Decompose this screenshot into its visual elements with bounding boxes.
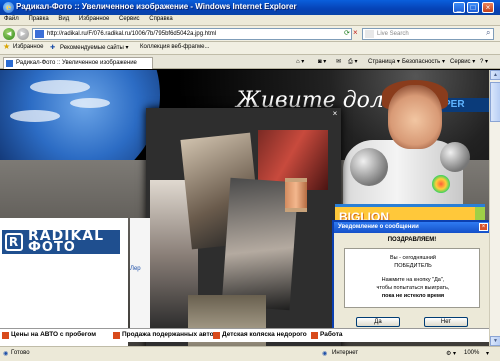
yes-button[interactable]: Да bbox=[356, 317, 400, 327]
notification-body: ПОЗДРАВЛЯЕМ! Вы - сегодняшний ПОБЕДИТЕЛЬ… bbox=[334, 233, 489, 336]
zoom-level[interactable]: 100% bbox=[464, 350, 479, 356]
status-text: Готово bbox=[11, 350, 30, 356]
side-link[interactable]: Лер bbox=[130, 266, 141, 272]
ticker-item[interactable]: Работа bbox=[320, 331, 343, 338]
side-strip bbox=[130, 218, 150, 338]
title-bar: e Радикал-Фото :: Увеличенное изображени… bbox=[0, 0, 500, 15]
suit-ring bbox=[440, 142, 470, 172]
tools-menu[interactable]: Сервис ▾ bbox=[450, 58, 475, 65]
web-slice-gallery[interactable]: Коллекция веб-фрагме... bbox=[140, 44, 209, 50]
favorites-button[interactable]: Избранное bbox=[13, 44, 43, 50]
menu-tools[interactable]: Сервис bbox=[115, 15, 144, 23]
message-line: пока не истекло время bbox=[381, 293, 445, 299]
window-title: Радикал-Фото :: Увеличенное изображение … bbox=[16, 2, 297, 11]
notification-close-icon[interactable]: × bbox=[479, 223, 488, 231]
ad-icon bbox=[311, 332, 318, 339]
star-icon[interactable]: ★ bbox=[3, 42, 10, 51]
page-menu[interactable]: Страница ▾ bbox=[368, 58, 400, 65]
earth-cloud bbox=[70, 98, 110, 108]
zoom-dropdown-icon[interactable]: ▾ bbox=[486, 350, 489, 357]
suit-ring bbox=[350, 148, 388, 186]
search-provider-icon bbox=[365, 30, 374, 38]
thread-spool bbox=[285, 178, 307, 212]
message-line: чтобы попытаться выиграть, bbox=[376, 285, 450, 291]
home-icon[interactable]: ⌂ ▾ bbox=[296, 58, 304, 65]
tab-favicon bbox=[6, 60, 13, 67]
tab-active[interactable]: Радикал-Фото :: Увеличенное изображение bbox=[3, 57, 153, 69]
minimize-button[interactable]: _ bbox=[453, 2, 465, 13]
tab-label: Радикал-Фото :: Увеличенное изображение bbox=[16, 60, 137, 66]
scroll-up-button[interactable]: ▲ bbox=[490, 70, 500, 80]
scroll-thumb[interactable] bbox=[490, 82, 500, 122]
favorites-add-icon[interactable]: ✚ bbox=[50, 44, 55, 51]
ticker-item[interactable]: Продажа подержанных авто bbox=[122, 331, 214, 338]
security-zone[interactable]: Интернет bbox=[332, 350, 358, 356]
tab-bar: Радикал-Фото :: Увеличенное изображение … bbox=[0, 55, 500, 69]
print-icon[interactable]: ⎙ ▾ bbox=[348, 58, 357, 66]
congrats-text: ПОЗДРАВЛЯЕМ! bbox=[387, 237, 437, 243]
feeds-icon[interactable]: ◙ ▾ bbox=[318, 58, 326, 65]
site-favicon bbox=[35, 30, 44, 38]
close-button[interactable]: × bbox=[482, 2, 494, 13]
radikal-logo[interactable]: R RADIKAL ФОТО bbox=[2, 229, 120, 255]
message-line: ПОБЕДИТЕЛЬ bbox=[394, 263, 432, 269]
vertical-scrollbar[interactable]: ▲ ▼ bbox=[489, 70, 500, 346]
suit-badge bbox=[432, 175, 450, 193]
menu-help[interactable]: Справка bbox=[145, 15, 177, 23]
notification-popup: Уведомление о сообщении × ПОЗДРАВЛЯЕМ! В… bbox=[332, 220, 489, 338]
favorites-bar: ★ Избранное ✚ Рекомендуемые сайты ▾ Колл… bbox=[0, 42, 500, 55]
back-button[interactable]: ◄ bbox=[3, 28, 15, 40]
menu-edit[interactable]: Правка bbox=[24, 15, 52, 23]
url-text: http://radikal.ru/F/076.radikal.ru/1006/… bbox=[47, 31, 217, 37]
safety-menu[interactable]: Безопасность ▾ bbox=[402, 58, 445, 65]
close-icon[interactable]: × bbox=[331, 110, 339, 118]
notification-title: Уведомление о сообщении bbox=[334, 222, 489, 233]
menu-favorites[interactable]: Избранное bbox=[75, 15, 113, 23]
menu-view[interactable]: Вид bbox=[54, 15, 73, 23]
ie-icon: e bbox=[3, 2, 14, 13]
ad-icon bbox=[213, 332, 220, 339]
menu-file[interactable]: Файл bbox=[0, 15, 23, 23]
address-bar: ◄ ► http://radikal.ru/F/076.radikal.ru/1… bbox=[0, 26, 500, 42]
message-box: Вы - сегодняшний ПОБЕДИТЕЛЬ Нажмите на к… bbox=[344, 248, 480, 308]
astronaut-face bbox=[388, 85, 442, 149]
search-placeholder: Live Search bbox=[377, 31, 409, 37]
forward-button[interactable]: ► bbox=[17, 28, 29, 40]
radikal-r-icon: R bbox=[5, 233, 23, 251]
search-icon[interactable]: ⌕ bbox=[486, 28, 490, 38]
suggested-sites[interactable]: Рекомендуемые сайты ▾ bbox=[60, 44, 129, 51]
earth-cloud bbox=[10, 110, 60, 122]
no-button[interactable]: Нет bbox=[424, 317, 468, 327]
ad-ticker: Цены на АВТО с пробегом Продажа подержан… bbox=[0, 328, 489, 342]
maximize-button[interactable]: □ bbox=[467, 2, 479, 13]
radikal-panel: R RADIKAL ФОТО Лер bbox=[0, 218, 150, 346]
protected-mode-icon[interactable]: ⚙ ▾ bbox=[446, 350, 456, 357]
page-content: Живите дольше! PER × R RADIKAL ФОТО Лер … bbox=[0, 70, 489, 346]
stop-icon[interactable]: × bbox=[353, 28, 358, 37]
refresh-icon[interactable]: ⟳ bbox=[344, 29, 350, 37]
page-status-icon: ◉ bbox=[3, 351, 9, 357]
ticker-item[interactable]: Детская коляска недорого bbox=[222, 331, 307, 338]
internet-zone-icon: ◉ bbox=[322, 351, 328, 357]
message-line: Вы - сегодняшний bbox=[390, 255, 436, 261]
radikal-logo-line2: ФОТО bbox=[28, 240, 76, 255]
ad-icon bbox=[2, 332, 9, 339]
ad-icon bbox=[113, 332, 120, 339]
url-input[interactable]: http://radikal.ru/F/076.radikal.ru/1006/… bbox=[32, 28, 352, 40]
scroll-down-button[interactable]: ▼ bbox=[490, 336, 500, 346]
status-bar: ◉ Готово ◉ Интернет ⚙ ▾ 100% ▾ bbox=[0, 346, 500, 361]
search-input[interactable]: Live Search bbox=[362, 28, 494, 40]
earth-cloud bbox=[30, 80, 90, 94]
mail-icon[interactable]: ✉ bbox=[336, 58, 341, 65]
help-icon[interactable]: ? ▾ bbox=[480, 58, 488, 65]
message-line: Нажмите на кнопку "Да", bbox=[381, 277, 445, 283]
ticker-item[interactable]: Цены на АВТО с пробегом bbox=[11, 331, 96, 338]
menu-bar: Файл Правка Вид Избранное Сервис Справка bbox=[0, 15, 500, 26]
